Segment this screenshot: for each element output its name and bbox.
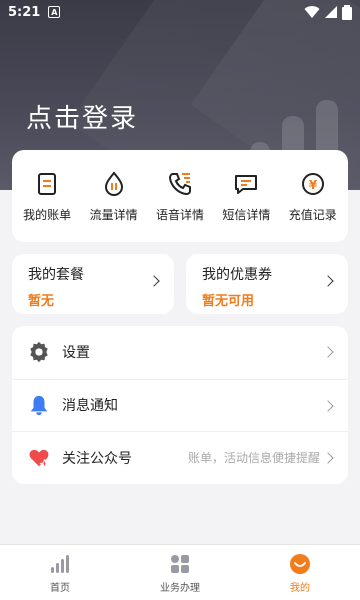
heart-icon — [29, 449, 50, 469]
tab-home[interactable]: 首页 — [0, 545, 120, 600]
my-plan-title: 我的套餐 — [28, 267, 84, 283]
wifi-icon — [304, 6, 320, 19]
status-time: 5:21 — [8, 4, 41, 20]
message-icon — [235, 174, 258, 194]
signal-icon — [325, 6, 337, 18]
tab-label: 首页 — [50, 582, 70, 594]
menu-item-settings[interactable]: 设置 — [12, 326, 348, 379]
grid-icon — [171, 554, 189, 573]
gear-icon — [30, 342, 48, 363]
my-coupon-title: 我的优惠券 — [202, 267, 272, 283]
quick-action-voice[interactable]: 语音详情 — [147, 170, 213, 223]
quick-actions-card: 我的账单 流量详情 语音详情 短信详情 ¥ 充值记录 — [12, 150, 348, 242]
chevron-right-icon — [322, 346, 334, 358]
tab-label: 业务办理 — [160, 582, 200, 594]
yen-coin-icon: ¥ — [301, 172, 324, 195]
battery-icon — [342, 4, 352, 20]
data-drop-icon — [104, 170, 123, 196]
menu-item-label: 关注公众号 — [62, 450, 132, 467]
status-bar: 5:21 A — [0, 0, 360, 24]
bill-icon — [38, 172, 57, 195]
chevron-right-icon — [322, 399, 334, 412]
svg-text:¥: ¥ — [309, 178, 318, 192]
my-plan-value: 暂无 — [28, 294, 55, 309]
quick-action-label: 我的账单 — [23, 207, 72, 222]
quick-action-label: 充值记录 — [288, 207, 337, 222]
quick-action-sms[interactable]: 短信详情 — [213, 170, 279, 223]
bar-chart-icon — [51, 554, 69, 573]
notification-a-icon: A — [48, 6, 61, 18]
menu-item-follow-account[interactable]: 关注公众号 账单，活动信息便捷提醒 — [12, 431, 348, 484]
quick-action-bill[interactable]: 我的账单 — [14, 170, 80, 223]
menu-item-label: 设置 — [62, 345, 90, 362]
phone-call-icon — [168, 172, 191, 195]
menu-item-notifications[interactable]: 消息通知 — [12, 378, 348, 432]
menu-item-hint: 账单，活动信息便捷提醒 — [187, 451, 320, 466]
bell-icon — [30, 396, 48, 416]
quick-action-label: 语音详情 — [155, 207, 204, 222]
quick-action-label: 短信详情 — [222, 207, 271, 222]
login-link[interactable]: 点击登录 — [26, 98, 138, 135]
bottom-tab-bar: 首页 业务办理 我的 — [0, 544, 360, 600]
tab-mine[interactable]: 我的 — [240, 545, 360, 600]
my-coupon-value: 暂无可用 — [202, 294, 255, 309]
smile-icon — [290, 553, 310, 574]
my-coupon-card[interactable]: 我的优惠券 暂无可用 — [186, 254, 348, 314]
settings-list: 设置 消息通知 关注公众号 账单，活动信息便捷提醒 — [12, 326, 348, 484]
quick-action-label: 流量详情 — [89, 207, 138, 222]
tab-label: 我的 — [290, 582, 310, 594]
chevron-right-icon — [322, 452, 334, 464]
menu-item-label: 消息通知 — [62, 398, 118, 415]
quick-action-recharge[interactable]: ¥ 充值记录 — [280, 170, 346, 223]
tab-services[interactable]: 业务办理 — [120, 545, 240, 600]
my-plan-card[interactable]: 我的套餐 暂无 — [12, 254, 174, 314]
quick-action-data[interactable]: 流量详情 — [81, 170, 147, 223]
